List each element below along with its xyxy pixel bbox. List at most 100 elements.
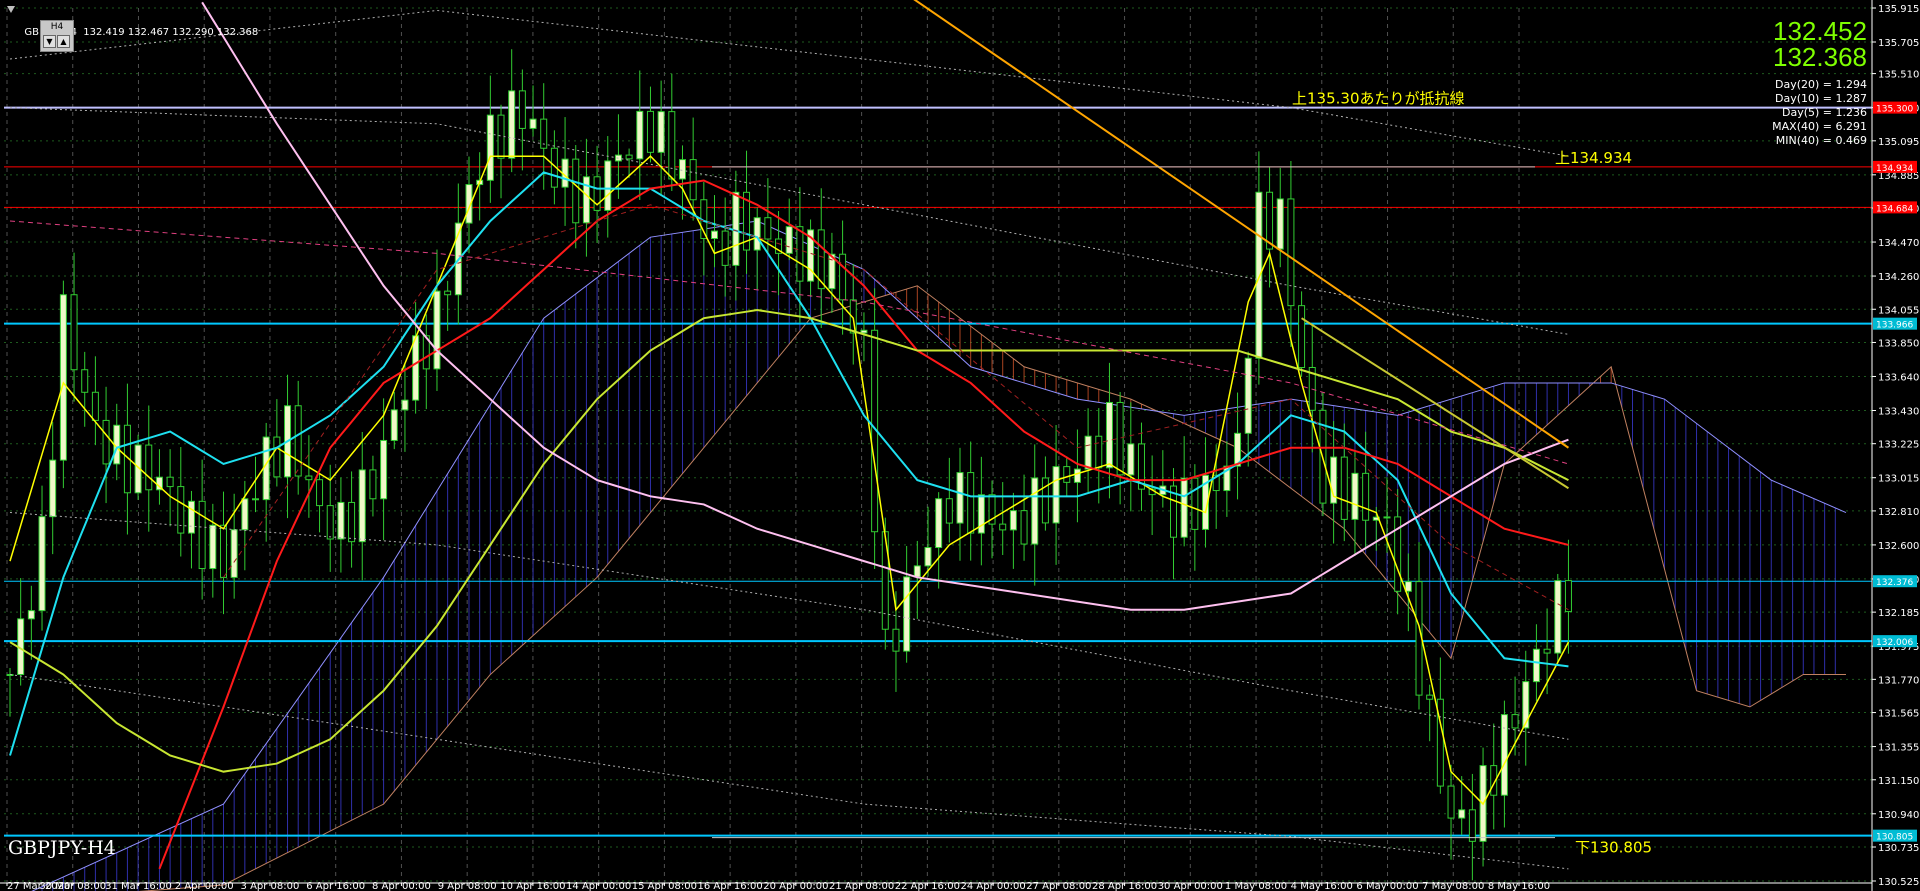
candle-body [294, 405, 302, 477]
candle-body [1276, 198, 1284, 250]
x-tick-label: 27 Apr 08:00 [1026, 881, 1091, 891]
moving-average-line [9, 309, 1569, 773]
candle-body [369, 469, 377, 500]
volatility-stats: Day(20) = 1.294 Day(10) = 1.287 Day(5) =… [1772, 78, 1867, 148]
x-tick-label: 7 May 08:00 [1422, 881, 1484, 891]
candle-body [305, 475, 313, 481]
stat-day20: Day(20) = 1.294 [1774, 78, 1867, 91]
candle-body [1063, 466, 1071, 483]
x-tick-label: 6 Apr 16:00 [306, 881, 365, 891]
candle-body [892, 628, 900, 652]
candle-body [945, 498, 953, 524]
candle-body [1383, 516, 1391, 519]
candle-body [326, 505, 334, 540]
candle-body [1116, 401, 1124, 476]
candle-body [967, 472, 975, 534]
x-tick-label: 2 Apr 00:00 [175, 881, 234, 891]
envelope-band [9, 673, 1569, 870]
candle-body [497, 114, 505, 159]
candle-body [1404, 581, 1412, 592]
y-tick-label: 134.470 [1878, 238, 1919, 249]
y-tick-label: 135.510 [1878, 70, 1919, 81]
y-tick-label: 133.225 [1878, 440, 1919, 451]
candle-body [433, 290, 441, 370]
candle-body [1287, 198, 1295, 307]
candle-body [1564, 580, 1572, 613]
stat-max40: MAX(40) = 6.291 [1772, 120, 1867, 133]
candle-body [166, 476, 174, 488]
candle-body [956, 472, 964, 524]
y-tick-label: 131.150 [1878, 776, 1919, 787]
price-tag-label: 135.300 [1876, 105, 1913, 115]
candle-body [1532, 648, 1540, 683]
candle-body [1468, 809, 1476, 842]
candle-body [1009, 510, 1017, 531]
stat-day10: Day(10) = 1.287 [1774, 92, 1867, 105]
price-tag-label: 132.376 [1876, 578, 1913, 588]
envelope-band [9, 512, 1569, 740]
price-tag-label: 133.966 [1876, 321, 1913, 331]
candle-body [91, 391, 99, 421]
candle-body [689, 159, 697, 201]
price-chart[interactable]: 135.915135.705135.510135.300135.095134.8… [0, 0, 1920, 891]
candle-body [785, 226, 793, 254]
stat-min40: MIN(40) = 0.469 [1775, 134, 1867, 147]
candle-body [145, 444, 153, 491]
candle-body [1127, 443, 1135, 476]
candle-body [1362, 472, 1370, 521]
x-tick-label: 24 Apr 00:00 [960, 881, 1025, 891]
candle-body [102, 419, 110, 465]
candle-body [59, 294, 67, 461]
candle-body [49, 459, 57, 518]
candle-body [401, 399, 409, 411]
candle-body [518, 90, 526, 129]
annotations: 上135.30あたりが抵抗線上134.934 下130.805 [712, 90, 1652, 857]
candle-body [860, 329, 868, 334]
x-tick-label: 8 Apr 00:00 [372, 881, 431, 891]
y-tick-label: 132.600 [1878, 541, 1919, 552]
x-tick-label: 8 May 16:00 [1488, 881, 1550, 891]
scroll-up-button[interactable]: ▲ [57, 35, 70, 48]
y-tick-label: 133.015 [1878, 474, 1919, 485]
candle-body [796, 226, 804, 282]
y-tick-label: 135.705 [1878, 38, 1919, 49]
x-tick-label: 10 Apr 16:00 [500, 881, 565, 891]
candle-body [604, 160, 612, 211]
x-tick-label: 30 Mar 08:00 [39, 881, 106, 891]
candle-body [1095, 435, 1103, 469]
price-tag-label: 132.006 [1876, 638, 1913, 648]
candle-body [668, 111, 676, 180]
candle-body [316, 479, 324, 507]
scroll-down-button[interactable]: ▼ [43, 35, 56, 48]
candle-body [1180, 477, 1188, 538]
dropdown-triangle-icon[interactable] [7, 6, 15, 13]
y-tick-label: 132.185 [1878, 608, 1919, 619]
candle-body [27, 610, 35, 620]
timeframe-label: H4 [50, 22, 64, 32]
x-tick-label: 16 Apr 16:00 [698, 881, 763, 891]
y-tick-label: 130.735 [1878, 843, 1919, 854]
candle-body [999, 523, 1007, 531]
candle-body [198, 500, 206, 570]
candle-body [219, 524, 227, 578]
candle-body [657, 111, 665, 153]
x-tick-label: 28 Apr 16:00 [1092, 881, 1157, 891]
candle-body [1244, 357, 1252, 434]
candle-body [187, 500, 195, 534]
candle-body [1255, 191, 1263, 359]
candle-body [1458, 809, 1466, 819]
candle-body [678, 159, 686, 180]
candle-body [1052, 466, 1060, 524]
candle-body [209, 524, 217, 570]
candle-body [1543, 648, 1551, 654]
candle-body [732, 191, 740, 266]
timeframe-box[interactable]: H4 ▼ ▲ [40, 20, 74, 52]
candle-body [508, 90, 516, 159]
candle-body [1084, 435, 1092, 470]
x-tick-label: 6 May 00:00 [1356, 881, 1418, 891]
candle-body [1298, 305, 1306, 369]
time-axis: 27 Mar 202030 Mar 08:0031 Mar 16:00 2 Apr… [0, 881, 1872, 891]
annotation-text: 上135.30あたりが抵抗線 [1292, 90, 1465, 108]
candle-body [529, 118, 537, 129]
y-tick-label: 133.430 [1878, 406, 1919, 417]
